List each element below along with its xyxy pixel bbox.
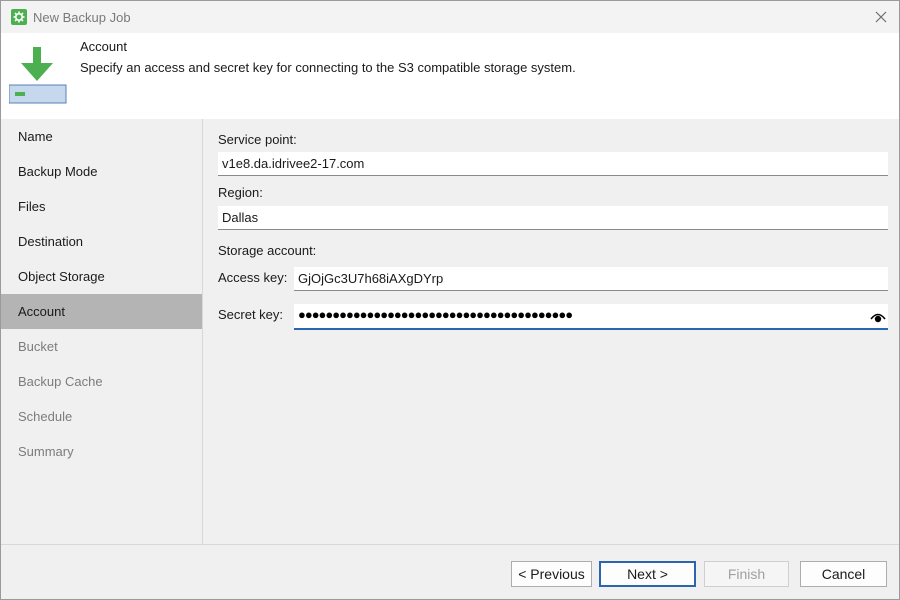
sidebar-item-bucket: Bucket — [18, 339, 58, 354]
access-key-label: Access key: — [218, 270, 288, 285]
secret-key-label: Secret key: — [218, 307, 284, 322]
wizard-steps-sidebar: Name Backup Mode Files Destination Objec… — [1, 119, 203, 544]
page-title: Account — [80, 39, 127, 54]
window-title: New Backup Job — [33, 9, 131, 25]
sidebar-item-files[interactable]: Files — [1, 189, 202, 224]
sidebar-item-account[interactable]: Account — [1, 294, 202, 329]
service-point-label: Service point: — [218, 132, 297, 147]
finish-button: Finish — [704, 561, 789, 587]
sidebar-item-schedule: Schedule — [18, 409, 73, 424]
region-label: Region: — [218, 185, 263, 200]
title-bar: New Backup Job — [1, 1, 899, 33]
sidebar-item-destination[interactable]: Destination — [1, 224, 202, 259]
sidebar-item-name[interactable]: Name — [1, 119, 202, 154]
close-icon[interactable] — [869, 5, 893, 29]
page-header: Account Specify an access and secret key… — [1, 33, 899, 119]
secret-key-masked-value: ●●●●●●●●●●●●●●●●●●●●●●●●●●●●●●●●●●●●●●●● — [298, 307, 573, 322]
sidebar-item-backup-cache: Backup Cache — [18, 374, 103, 389]
page-description: Specify an access and secret key for con… — [80, 60, 576, 75]
access-key-input[interactable]: GjOjGc3U7h68iAXgDYrp — [294, 267, 888, 291]
sidebar-item-backup-mode[interactable]: Backup Mode — [1, 154, 202, 189]
download-to-storage-icon — [9, 47, 67, 104]
gear-icon — [11, 9, 27, 25]
wizard-footer: < Previous Next > Finish Cancel — [1, 544, 899, 599]
eye-icon[interactable] — [870, 309, 886, 323]
sidebar-item-summary: Summary — [18, 444, 74, 459]
next-button[interactable]: Next > — [599, 561, 696, 587]
region-input[interactable]: Dallas — [218, 206, 888, 230]
service-point-input[interactable]: v1e8.da.idrivee2-17.com — [218, 152, 888, 176]
account-form: Service point: v1e8.da.idrivee2-17.com R… — [203, 119, 899, 544]
secret-key-input[interactable]: ●●●●●●●●●●●●●●●●●●●●●●●●●●●●●●●●●●●●●●●● — [294, 304, 888, 330]
sidebar-item-object-storage[interactable]: Object Storage — [1, 259, 202, 294]
cancel-button[interactable]: Cancel — [800, 561, 887, 587]
new-backup-job-window: New Backup Job Account Specify an access… — [0, 0, 900, 600]
previous-button[interactable]: < Previous — [511, 561, 592, 587]
storage-account-label: Storage account: — [218, 243, 317, 258]
